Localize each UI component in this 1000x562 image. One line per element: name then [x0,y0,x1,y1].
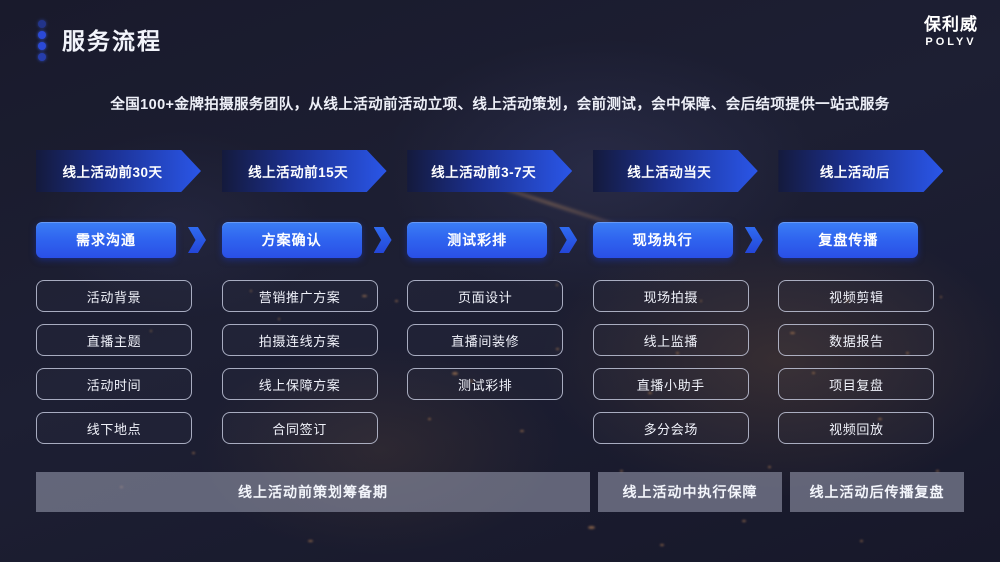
detail-item[interactable]: 合同签订 [221,412,378,444]
title-dots-decoration [38,20,46,61]
summary-bar-post: 线上活动后传播复盘 [790,472,964,512]
process-column: 线上活动后复盘传播视频剪辑数据报告项目复盘视频回放 [778,150,964,444]
detail-item[interactable]: 营销推广方案 [221,280,378,312]
detail-item[interactable]: 线上保障方案 [221,368,378,400]
detail-item-list: 营销推广方案 拍摄连线方案 线上保障方案 合同签订 [221,280,408,444]
detail-item[interactable]: 直播间装修 [407,324,564,356]
chevron-right-icon [744,227,763,253]
chevron-right-icon [188,227,206,253]
detail-item[interactable]: 线上监播 [592,324,749,356]
chevron-right-icon [559,227,578,253]
summary-bar-during: 线上活动中执行保障 [598,472,782,512]
brand-name-cn: 保利威 [924,15,978,34]
stage-button[interactable]: 方案确认 [221,222,362,258]
detail-item[interactable]: 活动背景 [36,280,192,312]
dot-icon [38,20,46,28]
process-column: 线上活动前3-7天 测试彩排 页面设计 直播间装修 测试彩排 [407,150,593,444]
stage-row: 测试彩排 [407,220,593,260]
detail-item-list: 视频剪辑数据报告项目复盘视频回放 [778,280,964,444]
dot-icon [38,42,46,50]
detail-item[interactable]: 多分会场 [592,412,749,444]
timeline-banner[interactable]: 线上活动前3-7天 [407,150,573,192]
detail-item[interactable]: 线下地点 [36,412,192,444]
detail-item[interactable]: 拍摄连线方案 [221,324,378,356]
process-column: 线上活动当天现场执行现场拍摄线上监播直播小助手多分会场 [592,150,779,444]
detail-item[interactable]: 直播主题 [36,324,192,356]
brand-logo: 保利威 POLYV [924,15,978,48]
detail-item[interactable]: 项目复盘 [778,368,935,400]
timeline-banner[interactable]: 线上活动后 [778,150,944,192]
stage-button[interactable]: 现场执行 [592,222,733,258]
detail-item[interactable]: 现场拍摄 [592,280,749,312]
detail-item[interactable]: 数据报告 [778,324,935,356]
stage-row: 复盘传播 [778,220,964,260]
dot-icon [38,53,46,61]
page-title: 服务流程 [62,28,162,54]
stage-row: 需求沟通 [36,220,222,260]
stage-button[interactable]: 需求沟通 [36,222,176,258]
detail-item-list: 活动背景直播主题活动时间线下地点 [36,280,222,444]
detail-item[interactable]: 页面设计 [407,280,564,312]
stage-button[interactable]: 测试彩排 [407,222,548,258]
stage-row: 现场执行 [592,220,779,260]
slide-header: 服务流程 保利威 POLYV [0,0,1000,72]
process-column: 线上活动前30天需求沟通活动背景直播主题活动时间线下地点 [36,150,222,444]
process-columns: 线上活动前30天 需求沟通 活动背景 直播主题 活动时间 线下地点 线上活动前15天 方案确认… [36,150,964,444]
timeline-banner[interactable]: 线上活动前15天 [221,150,387,192]
dot-icon [38,31,46,39]
detail-item[interactable]: 视频回放 [778,412,935,444]
summary-bar-pre: 线上活动前策划筹备期 [36,472,590,512]
brand-name-en: POLYV [925,35,977,48]
detail-item[interactable]: 活动时间 [36,368,192,400]
slide-canvas: 服务流程 保利威 POLYV 全国100+金牌拍摄服务团队，从线上活动前活动立项… [0,0,1000,562]
detail-item[interactable]: 测试彩排 [407,368,564,400]
slide-subtitle: 全国100+金牌拍摄服务团队，从线上活动前活动立项、线上活动策划，会前测试，会中… [110,97,890,113]
detail-item-list: 现场拍摄线上监播直播小助手多分会场 [592,280,779,444]
stage-row: 方案确认 [221,220,408,260]
timeline-banner[interactable]: 线上活动当天 [592,150,758,192]
chevron-right-icon [373,227,392,253]
summary-bars: 线上活动前策划筹备期 线上活动中执行保障 线上活动后传播复盘 [36,472,964,512]
detail-item-list: 页面设计直播间装修测试彩排 [407,280,593,400]
detail-item[interactable]: 视频剪辑 [778,280,935,312]
detail-item[interactable]: 直播小助手 [592,368,749,400]
stage-button[interactable]: 复盘传播 [778,222,919,258]
process-column: 线上活动前15天方案确认营销推广方案 拍摄连线方案 线上保障方案 合同签订 [221,150,408,444]
timeline-banner[interactable]: 线上活动前30天 [36,150,201,192]
